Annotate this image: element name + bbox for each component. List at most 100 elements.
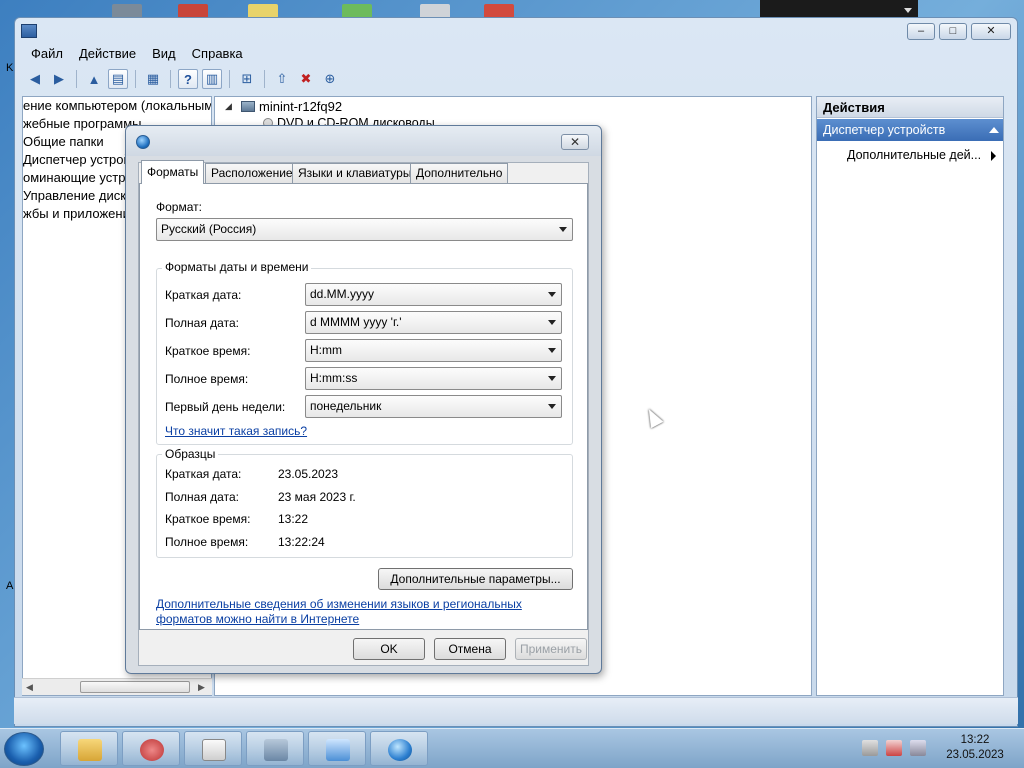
taskbar-control-panel[interactable] [308,731,366,766]
taskbar-region-dialog[interactable] [370,731,428,766]
toolbar-separator [264,70,265,88]
menu-action[interactable]: Действие [71,44,144,64]
chevron-down-icon [548,292,556,297]
cancel-button[interactable]: Отмена [434,638,506,660]
scrollbar-thumb[interactable] [80,681,190,693]
format-select[interactable]: Русский (Россия) [156,218,573,241]
chevron-down-icon [559,227,567,232]
forward-arrow-icon[interactable]: ▶ [49,69,69,89]
short-time-value: H:mm [310,343,342,357]
taskbar-app-blocked[interactable] [122,731,180,766]
samples-title: Образцы [162,447,219,461]
show-hide-tree-icon[interactable]: ▤ [108,69,128,89]
sample-long-date-value: 23 мая 2023 г. [278,490,356,504]
sample-long-time-label: Полное время: [165,535,249,549]
advanced-settings-button[interactable]: Дополнительные параметры... [378,568,573,590]
first-day-label: Первый день недели: [165,400,286,414]
more-info-link[interactable]: Дополнительные сведения об изменении язы… [156,597,522,611]
scroll-left-icon[interactable]: ◀ [26,682,33,693]
menu-view[interactable]: Вид [144,44,184,64]
short-date-value: dd.MM.yyyy [310,287,375,301]
dialog-close-button[interactable]: ✕ [561,134,589,150]
tree-item[interactable]: оминающие устро [23,169,133,187]
status-bar [14,697,1018,724]
volume-muted-icon[interactable] [910,740,926,756]
properties-icon[interactable]: ▦ [143,69,163,89]
more-info-link-line2[interactable]: форматов можно найти в Интернете [156,612,359,626]
taskbar-computer-management[interactable] [184,731,242,766]
chevron-down-icon[interactable] [904,8,912,13]
clock-date: 23.05.2023 [946,749,1004,761]
help-icon[interactable]: ? [178,69,198,89]
show-action-pane-icon[interactable]: ▥ [202,69,222,89]
menu-help[interactable]: Справка [184,44,251,64]
sample-short-time-value: 13:22 [278,512,309,526]
blocked-icon [140,739,164,761]
more-actions-item[interactable]: Дополнительные дей... [847,148,981,162]
chevron-down-icon [548,376,556,381]
network-warning-icon[interactable] [886,740,902,756]
toolbar-separator [76,70,77,88]
up-folder-icon[interactable]: ▲ [84,69,104,89]
submenu-arrow-icon [991,151,996,161]
horizontal-scrollbar[interactable]: ◀ ▶ [22,678,212,695]
update-driver-icon[interactable]: ⇧ [272,69,292,89]
expand-arrow-icon[interactable]: ◢ [225,101,232,112]
dialog-titlebar [126,126,601,156]
tree-item[interactable]: Общие папки [23,133,104,151]
tab-formats[interactable]: Форматы [141,160,205,184]
scroll-right-icon[interactable]: ▶ [198,682,205,693]
actions-header: Действия [817,97,1003,118]
first-day-select[interactable]: понедельник [305,395,562,418]
maximize-button[interactable]: □ [939,23,967,40]
datetime-formats-title: Форматы даты и времени [162,260,312,274]
format-select-value: Русский (Россия) [161,222,257,236]
clock-time: 13:22 [960,734,990,746]
tray-device-icon[interactable] [862,740,878,756]
formats-tab-panel: Формат: Русский (Россия) Форматы даты и … [139,183,588,630]
chevron-down-icon [548,348,556,353]
actions-pane: Действия Диспетчер устройств Дополнитель… [816,96,1004,696]
close-button[interactable]: ✕ [971,23,1011,40]
uninstall-device-icon[interactable]: ✖ [296,69,316,89]
actions-section-device-manager[interactable]: Диспетчер устройств [817,119,1003,141]
toolbar-separator [229,70,230,88]
taskbar-clock[interactable]: 13:22 23.05.2023 [935,733,1015,763]
chevron-down-icon [548,320,556,325]
globe-icon [388,739,412,761]
long-date-select[interactable]: d MMMM yyyy 'г.' [305,311,562,334]
first-day-value: понедельник [310,399,382,413]
computer-management-icon [21,24,37,38]
computer-node[interactable]: minint-r12fq92 [259,99,342,114]
scan-hardware-icon[interactable]: ⊞ [237,69,257,89]
sample-short-date-value: 23.05.2023 [278,467,339,481]
collapse-icon[interactable] [989,127,999,133]
what-does-notation-mean-link[interactable]: Что значит такая запись? [165,424,307,438]
taskbar-device-manager[interactable] [246,731,304,766]
long-time-value: H:mm:ss [310,371,358,385]
toolbar: ◀ ▶ ▲ ▤ ▦ ? ▥ ⊞ ⇧ ✖ ⊕ [21,66,1011,92]
tab-location[interactable]: Расположение [205,163,299,183]
tree-item[interactable]: жбы и приложени [23,205,130,223]
short-date-select[interactable]: dd.MM.yyyy [305,283,562,306]
taskbar-explorer[interactable] [60,731,118,766]
ok-button[interactable]: OK [353,638,425,660]
start-button[interactable] [4,732,44,766]
tree-item[interactable]: жебные программы [23,115,142,133]
folder-icon [78,739,102,761]
region-language-dialog: ✕ Форматы Расположение Языки и клавиатур… [125,125,602,674]
enable-device-icon[interactable]: ⊕ [320,69,340,89]
toolbar-separator [170,70,171,88]
back-arrow-icon[interactable]: ◀ [25,69,45,89]
minimize-button[interactable]: – [907,23,935,40]
tab-advanced[interactable]: Дополнительно [410,163,509,183]
format-label: Формат: [156,200,202,214]
long-date-label: Полная дата: [165,316,239,330]
tree-item[interactable]: ение компьютером (локальным) [23,97,211,115]
short-time-select[interactable]: H:mm [305,339,562,362]
long-time-select[interactable]: H:mm:ss [305,367,562,390]
apply-button[interactable]: Применить [515,638,587,660]
menu-file[interactable]: Файл [23,44,71,64]
tab-languages-keyboards[interactable]: Языки и клавиатуры [292,163,418,183]
short-date-label: Краткая дата: [165,288,242,302]
